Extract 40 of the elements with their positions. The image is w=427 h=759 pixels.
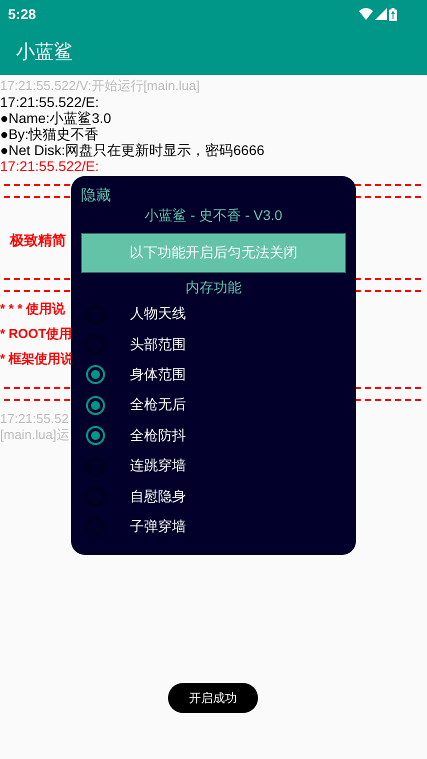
log-line: [main.lua]运 xyxy=(0,427,70,443)
option-label: 头部范围 xyxy=(130,336,186,354)
log-line: ●By:快猫史不香 xyxy=(0,126,99,142)
battery-icon xyxy=(389,8,397,20)
log-line: * * * 使用说 xyxy=(0,302,66,316)
option-label: 自慰隐身 xyxy=(130,488,186,506)
log-line: 17:21:55.522/E: xyxy=(0,158,99,174)
log-line: * ROOT使用 xyxy=(0,327,72,341)
option-label: 身体范围 xyxy=(130,366,186,384)
option-label: 全枪防抖 xyxy=(130,426,186,445)
signal-icon xyxy=(375,8,387,20)
radio-button[interactable] xyxy=(86,396,105,415)
radio-option[interactable]: 身体范围 xyxy=(71,360,186,390)
app-title: 小蓝鲨 xyxy=(16,40,73,64)
log-line: 极致精简 xyxy=(10,232,66,248)
radio-option[interactable]: 全枪无后 xyxy=(71,390,186,421)
toast-message: 开启成功 xyxy=(168,683,258,713)
log-line: 17:21:55.522/E: xyxy=(0,94,99,110)
clock: 5:28 xyxy=(8,6,36,22)
log-line: ●Net Disk:网盘只在更新时显示，密码6666 xyxy=(0,142,264,158)
radio-option[interactable]: 头部范围 xyxy=(71,329,186,360)
wifi-icon xyxy=(359,8,373,20)
log-line: 17:21:55.522/V:开始运行[main.lua] xyxy=(0,78,200,94)
radio-option[interactable]: 自慰隐身 xyxy=(71,481,186,512)
option-label: 人物天线 xyxy=(130,305,186,324)
radio-option[interactable]: 全枪防抖 xyxy=(71,420,186,451)
hide-link[interactable]: 隐藏 xyxy=(81,186,111,205)
option-label: 全枪无后 xyxy=(130,396,186,414)
section-heading: 内存功能 xyxy=(186,279,242,297)
radio-option[interactable]: 子弹穿墙 xyxy=(71,512,186,542)
log-line: 17:21:55.52 xyxy=(0,411,69,427)
dialog-title: 小蓝鲨 - 史不香 - V3.0 xyxy=(144,207,282,225)
notice-banner: 以下功能开启后匀无法关闭 xyxy=(81,233,346,273)
log-line: ●Name:小蓝鲨3.0 xyxy=(0,110,112,126)
option-label: 子弹穿墙 xyxy=(130,518,186,536)
radio-option[interactable]: 人物天线 xyxy=(71,299,186,330)
radio-button[interactable] xyxy=(86,426,105,446)
option-label: 连跳穿墙 xyxy=(130,457,186,476)
radio-option[interactable]: 连跳穿墙 xyxy=(71,450,186,482)
radio-button[interactable] xyxy=(86,365,105,384)
